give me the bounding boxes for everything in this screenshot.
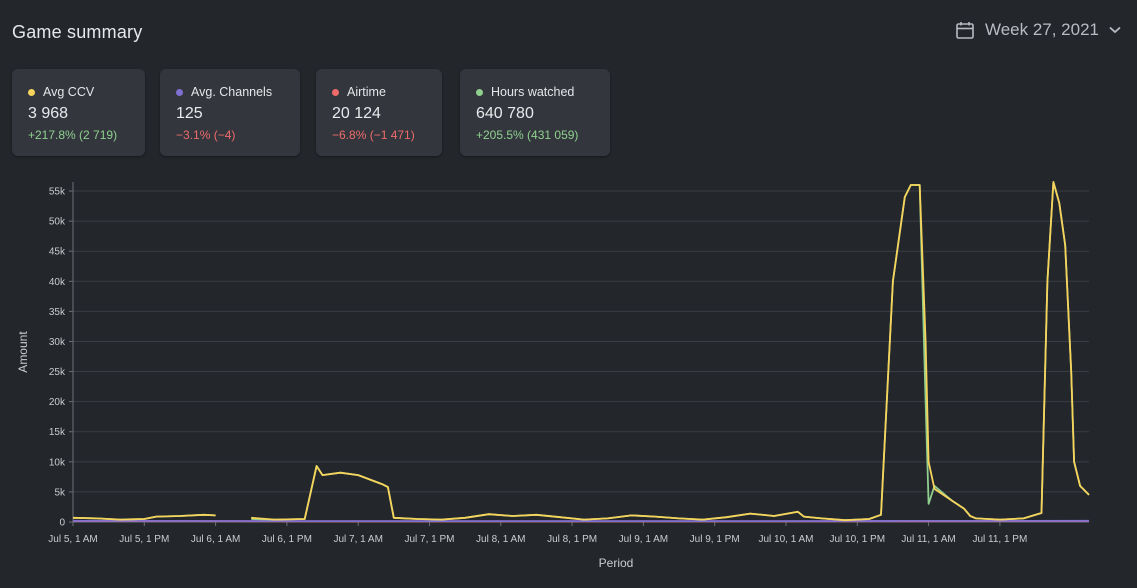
y-tick-label: 20k [49,397,66,408]
x-tick-label: Jul 10, 1 AM [758,534,813,545]
x-tick-label: Jul 7, 1 AM [333,534,382,545]
x-tick-label: Jul 5, 1 AM [48,534,97,545]
x-tick-label: Jul 8, 1 AM [476,534,525,545]
x-tick-label: Jul 6, 1 AM [191,534,240,545]
x-tick-label: Jul 7, 1 PM [404,534,454,545]
y-tick-label: 55k [49,187,66,198]
x-tick-label: Jul 5, 1 PM [119,534,169,545]
x-tick-label: Jul 10, 1 PM [829,534,885,545]
x-tick-label: Jul 8, 1 PM [547,534,597,545]
x-tick-label: Jul 9, 1 AM [619,534,668,545]
x-tick-label: Jul 6, 1 PM [262,534,312,545]
x-tick-label: Jul 9, 1 PM [690,534,740,545]
x-axis-label: Period [599,556,634,570]
y-tick-label: 50k [49,217,66,228]
series-line-avg-ccv [72,181,1090,522]
series-line-hours-watched [72,181,1090,522]
y-tick-label: 10k [49,457,66,468]
line-chart: 0 5k 10k 15k 20k 25k 30k 35k 40k 45k 50k 55k Jul 5, … [16,181,1090,570]
y-tick-label: 35k [49,307,66,318]
y-tick-label: 45k [49,247,66,258]
y-tick-label: 40k [49,277,66,288]
y-tick-label: 0 [59,518,65,529]
y-tick-label: 15k [49,427,66,438]
y-tick-label: 5k [54,487,66,498]
y-tick-label: 30k [49,337,66,348]
x-tick-label: Jul 11, 1 AM [901,534,955,545]
x-tick-label: Jul 11, 1 PM [972,534,1027,545]
y-axis-label: Amount [16,331,30,373]
y-tick-label: 25k [49,367,66,378]
